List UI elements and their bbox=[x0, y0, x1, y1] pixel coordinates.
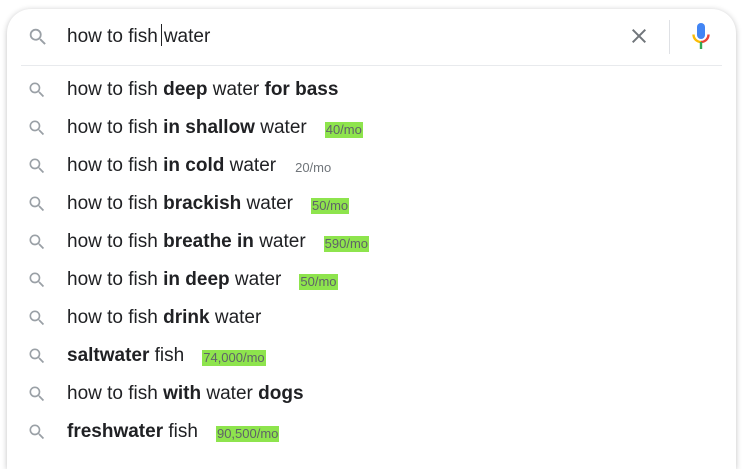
suggestion-part: water bbox=[254, 117, 307, 138]
search-input[interactable]: how to fish water bbox=[67, 24, 210, 50]
suggestion-text: freshwater fish 90,500/mo bbox=[67, 421, 280, 443]
microphone-icon bbox=[691, 22, 711, 55]
divider bbox=[669, 20, 670, 54]
suggestion-part: water bbox=[229, 269, 282, 290]
suggestion-text: how to fish brackish water 50/mo bbox=[67, 193, 350, 215]
suggestion-part: how to fish bbox=[67, 193, 164, 214]
search-bar: how to fish water bbox=[7, 9, 736, 65]
search-icon bbox=[27, 232, 47, 252]
suggestion-part: how to fish bbox=[67, 307, 164, 328]
search-icon bbox=[27, 156, 47, 176]
search-volume-badge: 74,000/mo bbox=[202, 350, 266, 366]
search-volume-badge: 50/mo bbox=[299, 274, 338, 290]
search-icon bbox=[27, 194, 47, 214]
query-text-before-caret: how to fish bbox=[67, 26, 158, 47]
suggestion-text: saltwater fish 74,000/mo bbox=[67, 345, 266, 367]
suggestion-item[interactable]: how to fish drink water bbox=[7, 299, 736, 337]
search-volume-badge: 90,500/mo bbox=[215, 426, 280, 442]
suggestion-part: how to fish bbox=[67, 155, 164, 176]
suggestion-part: water bbox=[201, 383, 259, 404]
search-box: how to fish water how to fish deep water … bbox=[7, 9, 736, 469]
suggestion-part: fish bbox=[149, 345, 185, 366]
close-icon bbox=[627, 24, 651, 53]
suggestion-bold-part: dogs bbox=[258, 383, 304, 404]
suggestion-text: how to fish deep water for bass bbox=[67, 79, 338, 101]
suggestion-part: how to fish bbox=[67, 79, 164, 100]
suggestion-item[interactable]: how to fish in cold water 20/mo bbox=[7, 147, 736, 185]
suggestion-text: how to fish with water dogs bbox=[67, 383, 304, 405]
suggestion-text: how to fish drink water bbox=[67, 307, 261, 329]
suggestion-bold-part: saltwater bbox=[67, 345, 150, 366]
search-icon bbox=[27, 308, 47, 328]
search-volume-badge: 590/mo bbox=[323, 236, 370, 252]
text-caret bbox=[160, 24, 162, 46]
voice-search-button[interactable] bbox=[687, 22, 715, 54]
suggestion-part: how to fish bbox=[67, 383, 164, 404]
suggestion-bold-part: in deep bbox=[163, 269, 230, 290]
suggestion-bold-part: in cold bbox=[163, 155, 225, 176]
suggestion-part: water bbox=[253, 231, 306, 252]
search-icon bbox=[27, 270, 47, 290]
suggestions-list: how to fish deep water for bass how to fi… bbox=[7, 71, 736, 451]
suggestion-item[interactable]: how to fish in deep water 50/mo bbox=[7, 261, 736, 299]
suggestion-text: how to fish breathe in water 590/mo bbox=[67, 231, 370, 253]
suggestions-divider bbox=[21, 65, 722, 66]
search-icon bbox=[27, 80, 47, 100]
suggestion-text: how to fish in deep water 50/mo bbox=[67, 269, 338, 291]
search-icon bbox=[27, 346, 47, 366]
search-volume-badge: 40/mo bbox=[324, 122, 363, 138]
suggestion-item[interactable]: how to fish deep water for bass bbox=[7, 71, 736, 109]
suggestion-item[interactable]: how to fish brackish water 50/mo bbox=[7, 185, 736, 223]
suggestion-text: how to fish in shallow water 40/mo bbox=[67, 117, 363, 139]
suggestion-part: water bbox=[224, 155, 277, 176]
suggestion-part: how to fish bbox=[67, 269, 164, 290]
suggestion-bold-part: deep bbox=[163, 79, 208, 100]
clear-button[interactable] bbox=[624, 23, 654, 53]
suggestion-bold-part: with bbox=[163, 383, 202, 404]
suggestion-bold-part: in shallow bbox=[163, 117, 255, 138]
suggestion-text: how to fish in cold water 20/mo bbox=[67, 155, 332, 177]
suggestion-part: how to fish bbox=[67, 231, 164, 252]
suggestion-item[interactable]: how to fish with water dogs bbox=[7, 375, 736, 413]
search-icon bbox=[27, 422, 47, 442]
suggestion-bold-part: for bass bbox=[264, 79, 339, 100]
suggestion-bold-part: drink bbox=[163, 307, 210, 328]
query-text-after-caret: water bbox=[163, 26, 211, 47]
suggestion-item[interactable]: how to fish in shallow water 40/mo bbox=[7, 109, 736, 147]
suggestion-item[interactable]: how to fish breathe in water 590/mo bbox=[7, 223, 736, 261]
suggestion-part: water bbox=[241, 193, 294, 214]
suggestion-part: how to fish bbox=[67, 117, 164, 138]
suggestion-part: fish bbox=[163, 421, 198, 442]
suggestion-part: water bbox=[209, 307, 262, 328]
search-icon bbox=[27, 118, 47, 138]
suggestion-bold-part: brackish bbox=[163, 193, 242, 214]
suggestion-bold-part: freshwater bbox=[67, 421, 164, 442]
search-icon bbox=[27, 26, 49, 48]
suggestion-bold-part: breathe in bbox=[163, 231, 254, 252]
search-icon bbox=[27, 384, 47, 404]
suggestion-item[interactable]: freshwater fish 90,500/mo bbox=[7, 413, 736, 451]
suggestion-item[interactable]: saltwater fish 74,000/mo bbox=[7, 337, 736, 375]
suggestion-part: water bbox=[207, 79, 265, 100]
search-volume-badge: 20/mo bbox=[295, 160, 332, 175]
search-volume-badge: 50/mo bbox=[311, 198, 350, 214]
